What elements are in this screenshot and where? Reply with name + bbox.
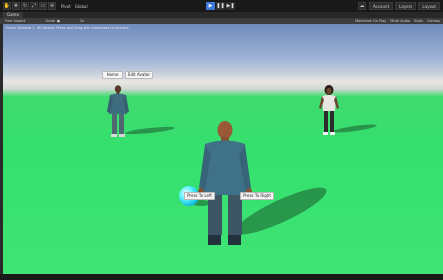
move-icon[interactable]: ✥ (12, 2, 20, 10)
status-bar (0, 274, 443, 280)
scene-overlay-text: Game Window 1. 3D Avatar. Press and Drag… (6, 26, 129, 30)
pivot-toggle[interactable]: Pivot (61, 4, 71, 9)
avatar-center[interactable] (197, 120, 253, 250)
scale-icon[interactable]: ⤢ (30, 2, 38, 10)
editor-toolbar: ✋ ✥ ↻ ⤢ ▭ ⊕ Pivot Global ▶ ❚❚ ▶❚ ☁ Accou… (0, 0, 443, 12)
maximize-on-play-toggle[interactable]: Maximize On Play (355, 19, 386, 23)
global-toggle[interactable]: Global (75, 4, 88, 9)
scale-slider[interactable]: ● (57, 19, 60, 23)
pause-icon[interactable]: ❚❚ (216, 2, 225, 10)
transform-icon[interactable]: ⊕ (48, 2, 56, 10)
mute-audio-toggle[interactable]: Mute Audio (390, 19, 410, 23)
avatar-left[interactable] (105, 84, 131, 140)
collab-icon[interactable]: ☁ (357, 2, 366, 10)
home-button[interactable]: Home (102, 71, 123, 79)
play-controls: ▶ ❚❚ ▶❚ (206, 2, 236, 10)
gizmos-toggle[interactable]: Gizmos (427, 19, 440, 23)
press-to-left-button[interactable]: Press To Left (184, 192, 215, 200)
aspect-dropdown[interactable]: Free Aspect (5, 19, 25, 23)
avatar-left-shadow (124, 125, 176, 136)
edit-avatar-button[interactable]: Edit Avatar (125, 71, 153, 79)
rotate-icon[interactable]: ↻ (21, 2, 29, 10)
hand-icon[interactable]: ✋ (3, 2, 11, 10)
account-dropdown[interactable]: Account (368, 2, 394, 10)
stats-toggle[interactable]: Stats (414, 19, 423, 23)
step-icon[interactable]: ▶❚ (226, 2, 235, 10)
game-viewport[interactable]: Game Window 1. 3D Avatar. Press and Drag… (3, 24, 443, 274)
avatar-right[interactable] (318, 84, 340, 140)
play-icon[interactable]: ▶ (206, 2, 215, 10)
toolbar-right: ☁ Account Layers Layout (357, 2, 440, 10)
press-to-right-button[interactable]: Press To Right (240, 192, 274, 200)
rect-icon[interactable]: ▭ (39, 2, 47, 10)
scale-label: Scale (45, 19, 55, 23)
layout-dropdown[interactable]: Layout (418, 2, 440, 10)
layers-dropdown[interactable]: Layers (395, 2, 417, 10)
scale-value: 1x (79, 19, 85, 23)
transform-tools: ✋ ✥ ↻ ⤢ ▭ ⊕ (3, 2, 57, 10)
